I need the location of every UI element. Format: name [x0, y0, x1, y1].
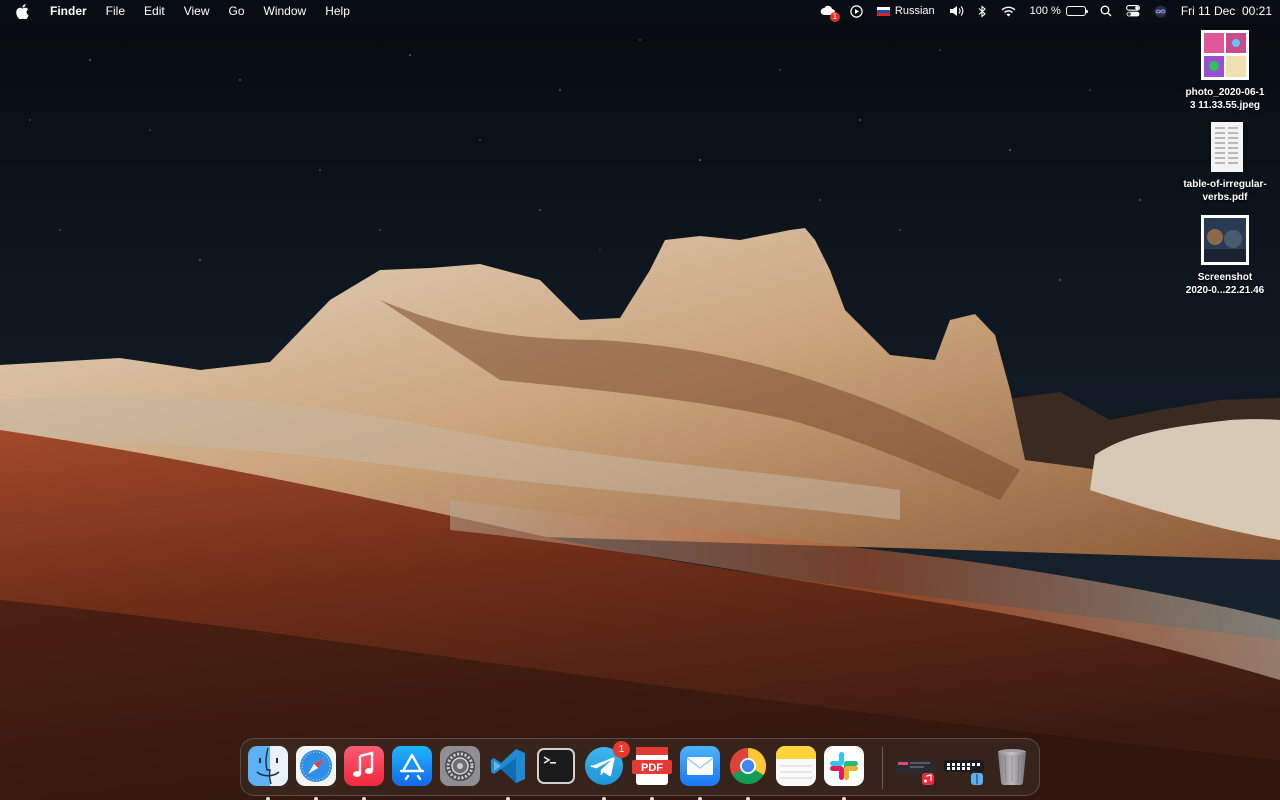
notes-icon: [776, 746, 816, 786]
desktop-file-screenshot[interactable]: Screenshot 2020-0...22.21.46: [1180, 215, 1270, 297]
chrome-icon: [729, 748, 767, 785]
dock-trash[interactable]: [992, 746, 1032, 786]
menu-go[interactable]: Go: [229, 0, 245, 22]
dock-app-telegram[interactable]: 1: [584, 741, 630, 800]
menu-view[interactable]: View: [184, 0, 210, 22]
dock-app-finder[interactable]: [248, 746, 288, 800]
dock-app-system-preferences[interactable]: [440, 746, 480, 786]
control-center-icon[interactable]: [1125, 5, 1140, 17]
file-name-label: table-of-irregular- verbs.pdf: [1183, 179, 1267, 203]
notification-status-item[interactable]: 1: [820, 3, 840, 22]
battery-icon: [1065, 6, 1089, 16]
safari-icon: [296, 746, 336, 786]
dock-minimized-music-window[interactable]: [896, 746, 936, 786]
dock-app-terminal[interactable]: [536, 746, 576, 786]
siri-icon[interactable]: [1154, 5, 1167, 18]
battery-percent: 100 %: [1029, 5, 1061, 17]
gear-icon: [440, 746, 480, 786]
search-icon[interactable]: [1100, 5, 1112, 17]
pdf-icon: PDF: [632, 747, 672, 785]
trash-icon: [998, 749, 1026, 785]
input-source-menu[interactable]: Russian: [876, 5, 935, 17]
terminal-icon: [537, 748, 575, 784]
battery-status-item[interactable]: 100 %: [1029, 5, 1089, 17]
finder-window-thumbnail: [944, 760, 984, 785]
screenshot-thumbnail-icon: [1201, 215, 1249, 265]
mail-icon: [680, 746, 720, 786]
music-icon: [344, 746, 384, 786]
dock-app-vscode[interactable]: [488, 746, 528, 800]
menu-clock[interactable]: Fri 11 Dec 00:21: [1181, 4, 1272, 18]
dock-app-safari[interactable]: [296, 746, 336, 800]
dock-app-app-store[interactable]: [392, 746, 432, 786]
dock-app-music[interactable]: [344, 746, 384, 800]
menu-help[interactable]: Help: [325, 0, 350, 22]
dock-separator: [882, 747, 883, 789]
music-window-thumbnail: [896, 760, 936, 785]
app-store-icon: [392, 746, 432, 786]
apple-icon[interactable]: [16, 3, 30, 19]
volume-icon[interactable]: [949, 5, 964, 17]
play-icon[interactable]: [850, 4, 863, 18]
desktop-file-pdf[interactable]: table-of-irregular- verbs.pdf: [1180, 122, 1270, 204]
file-name-label: Screenshot 2020-0...22.21.46: [1185, 272, 1265, 296]
image-thumbnail-icon: [1201, 30, 1249, 80]
vscode-icon: [491, 749, 525, 783]
app-menu-finder[interactable]: Finder: [50, 0, 87, 22]
dock-app-chrome[interactable]: [728, 746, 768, 800]
menu-file[interactable]: File: [106, 0, 125, 22]
notification-badge: 1: [829, 12, 840, 22]
dock-app-slack[interactable]: [824, 746, 864, 800]
dock-app-pdf-expert[interactable]: PDF: [632, 746, 672, 800]
telegram-unread-badge: 1: [613, 741, 630, 758]
dock-minimized-finder-window[interactable]: [944, 746, 984, 786]
pdf-icon-label: PDF: [641, 762, 663, 774]
menu-window[interactable]: Window: [264, 0, 307, 22]
menu-edit[interactable]: Edit: [144, 0, 165, 22]
file-name-label: photo_2020-06-1 3 11.33.55.jpeg: [1185, 87, 1265, 111]
slack-icon: [824, 746, 864, 786]
desktop-file-photo[interactable]: photo_2020-06-1 3 11.33.55.jpeg: [1180, 30, 1270, 112]
bluetooth-icon[interactable]: [978, 4, 987, 18]
finder-icon: [248, 746, 288, 786]
russian-flag-icon: [876, 6, 890, 16]
menu-bar: Finder File Edit View Go Window Help 1 R…: [0, 0, 1280, 22]
wifi-icon[interactable]: [1001, 6, 1016, 17]
pdf-document-icon: [1211, 122, 1243, 172]
dock-app-mail[interactable]: [680, 746, 720, 800]
dock: 1 PDF: [240, 738, 1040, 800]
desktop-wallpaper: [0, 0, 1280, 800]
input-language-label: Russian: [894, 5, 935, 17]
dock-app-notes[interactable]: [776, 746, 816, 786]
